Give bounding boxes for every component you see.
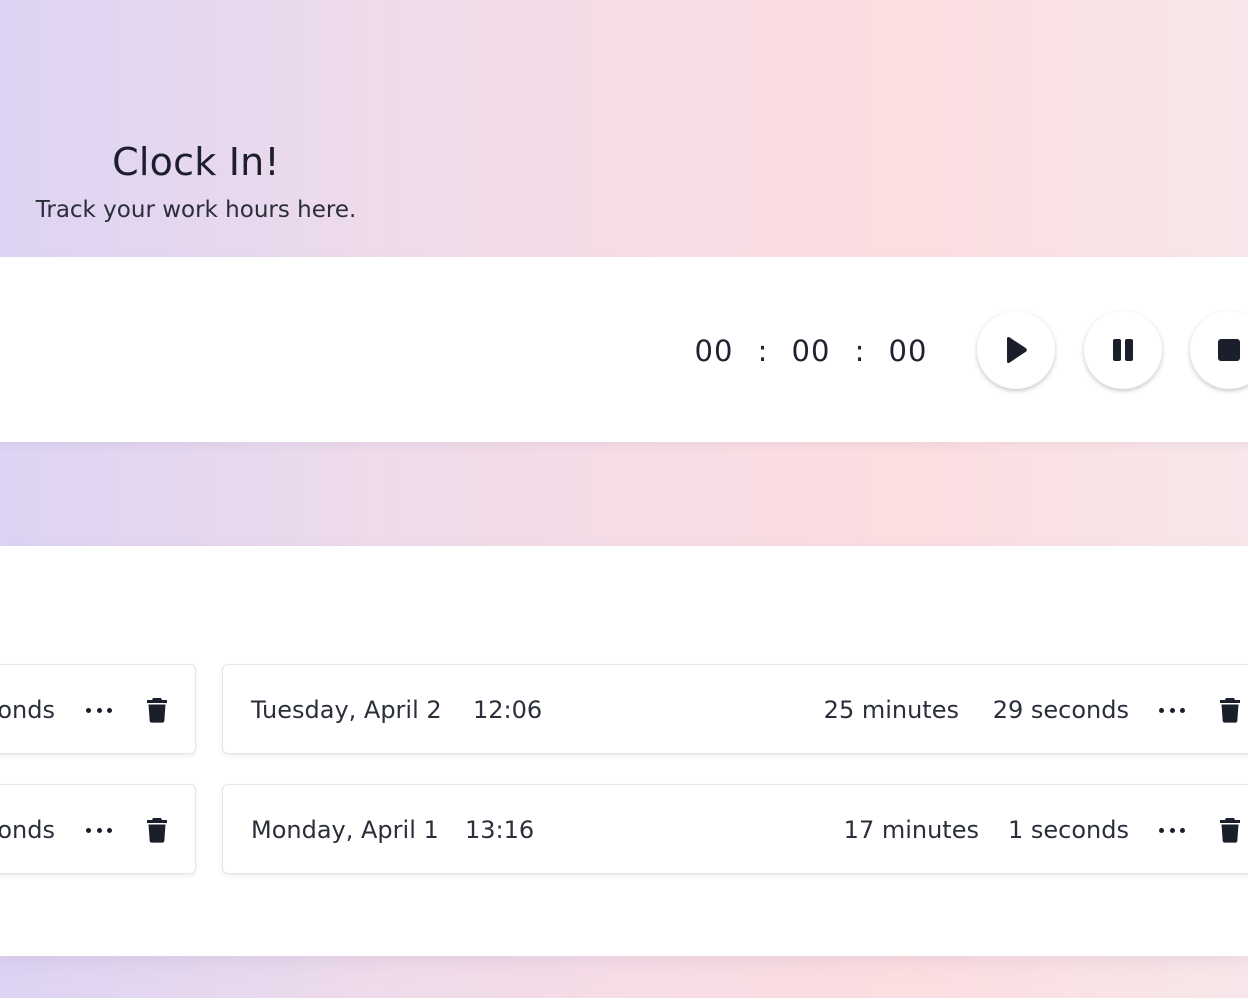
entry-date: Monday, April 1 bbox=[251, 816, 439, 844]
entry-seconds: onds bbox=[0, 816, 55, 844]
timer-seconds: 00 bbox=[888, 334, 928, 368]
trash-icon[interactable] bbox=[1219, 817, 1241, 843]
page-subtitle: Track your work hours here. bbox=[35, 197, 357, 223]
timer-separator: : bbox=[757, 334, 768, 368]
timer-separator: : bbox=[854, 334, 865, 368]
pause-icon bbox=[1113, 339, 1133, 361]
list-item: Monday, April 1 13:16 17 minutes 1 secon… bbox=[222, 784, 1248, 874]
stop-icon bbox=[1218, 339, 1240, 361]
trash-icon[interactable] bbox=[146, 697, 168, 723]
list-item: onds bbox=[0, 664, 196, 754]
timer-hours: 00 bbox=[694, 334, 734, 368]
entry-minutes: 17 minutes bbox=[843, 816, 979, 844]
page: Clock In! Track your work hours here. 00… bbox=[0, 0, 1248, 998]
more-options-icon[interactable] bbox=[1159, 821, 1185, 839]
entry-time: 13:16 bbox=[465, 816, 535, 844]
list-item: onds bbox=[0, 784, 196, 874]
trash-icon[interactable] bbox=[146, 817, 168, 843]
trash-icon[interactable] bbox=[1219, 697, 1241, 723]
entry-seconds: onds bbox=[0, 696, 55, 724]
more-options-icon[interactable] bbox=[1159, 701, 1185, 719]
more-options-icon[interactable] bbox=[86, 701, 112, 719]
timer-minutes: 00 bbox=[791, 334, 831, 368]
entry-minutes: 25 minutes bbox=[823, 696, 959, 724]
entry-date: Tuesday, April 2 bbox=[251, 696, 442, 724]
more-options-icon[interactable] bbox=[86, 821, 112, 839]
timer-display: 00 : 00 : 00 bbox=[690, 331, 932, 371]
entry-time: 12:06 bbox=[473, 696, 543, 724]
entry-seconds: 29 seconds bbox=[992, 696, 1129, 724]
play-icon bbox=[1007, 337, 1027, 363]
start-button[interactable] bbox=[977, 311, 1055, 389]
entry-seconds: 1 seconds bbox=[1008, 816, 1129, 844]
page-title: Clock In! bbox=[112, 140, 280, 184]
timer-panel bbox=[0, 257, 1248, 442]
list-item: Tuesday, April 2 12:06 25 minutes 29 sec… bbox=[222, 664, 1248, 754]
hero-banner: Clock In! Track your work hours here. bbox=[0, 0, 1248, 257]
pause-button[interactable] bbox=[1084, 311, 1162, 389]
